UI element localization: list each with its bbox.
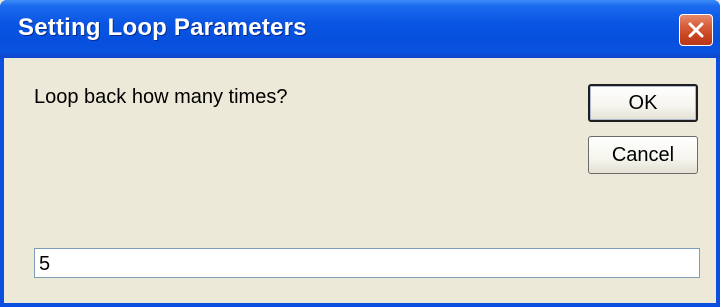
cancel-button-label: Cancel	[611, 143, 675, 166]
close-button[interactable]	[679, 14, 713, 46]
close-icon	[686, 20, 706, 40]
dialog-body: Loop back how many times? OK Cancel	[4, 58, 716, 303]
ok-button-label: OK	[628, 91, 658, 114]
ok-button[interactable]: OK	[588, 84, 698, 122]
dialog-title: Setting Loop Parameters	[18, 14, 307, 41]
title-bar[interactable]: Setting Loop Parameters	[0, 0, 720, 58]
loop-count-input[interactable]	[34, 248, 700, 278]
cancel-button[interactable]: Cancel	[588, 136, 698, 174]
prompt-label: Loop back how many times?	[34, 86, 288, 108]
dialog-window: Setting Loop Parameters Loop back how ma…	[0, 0, 720, 307]
